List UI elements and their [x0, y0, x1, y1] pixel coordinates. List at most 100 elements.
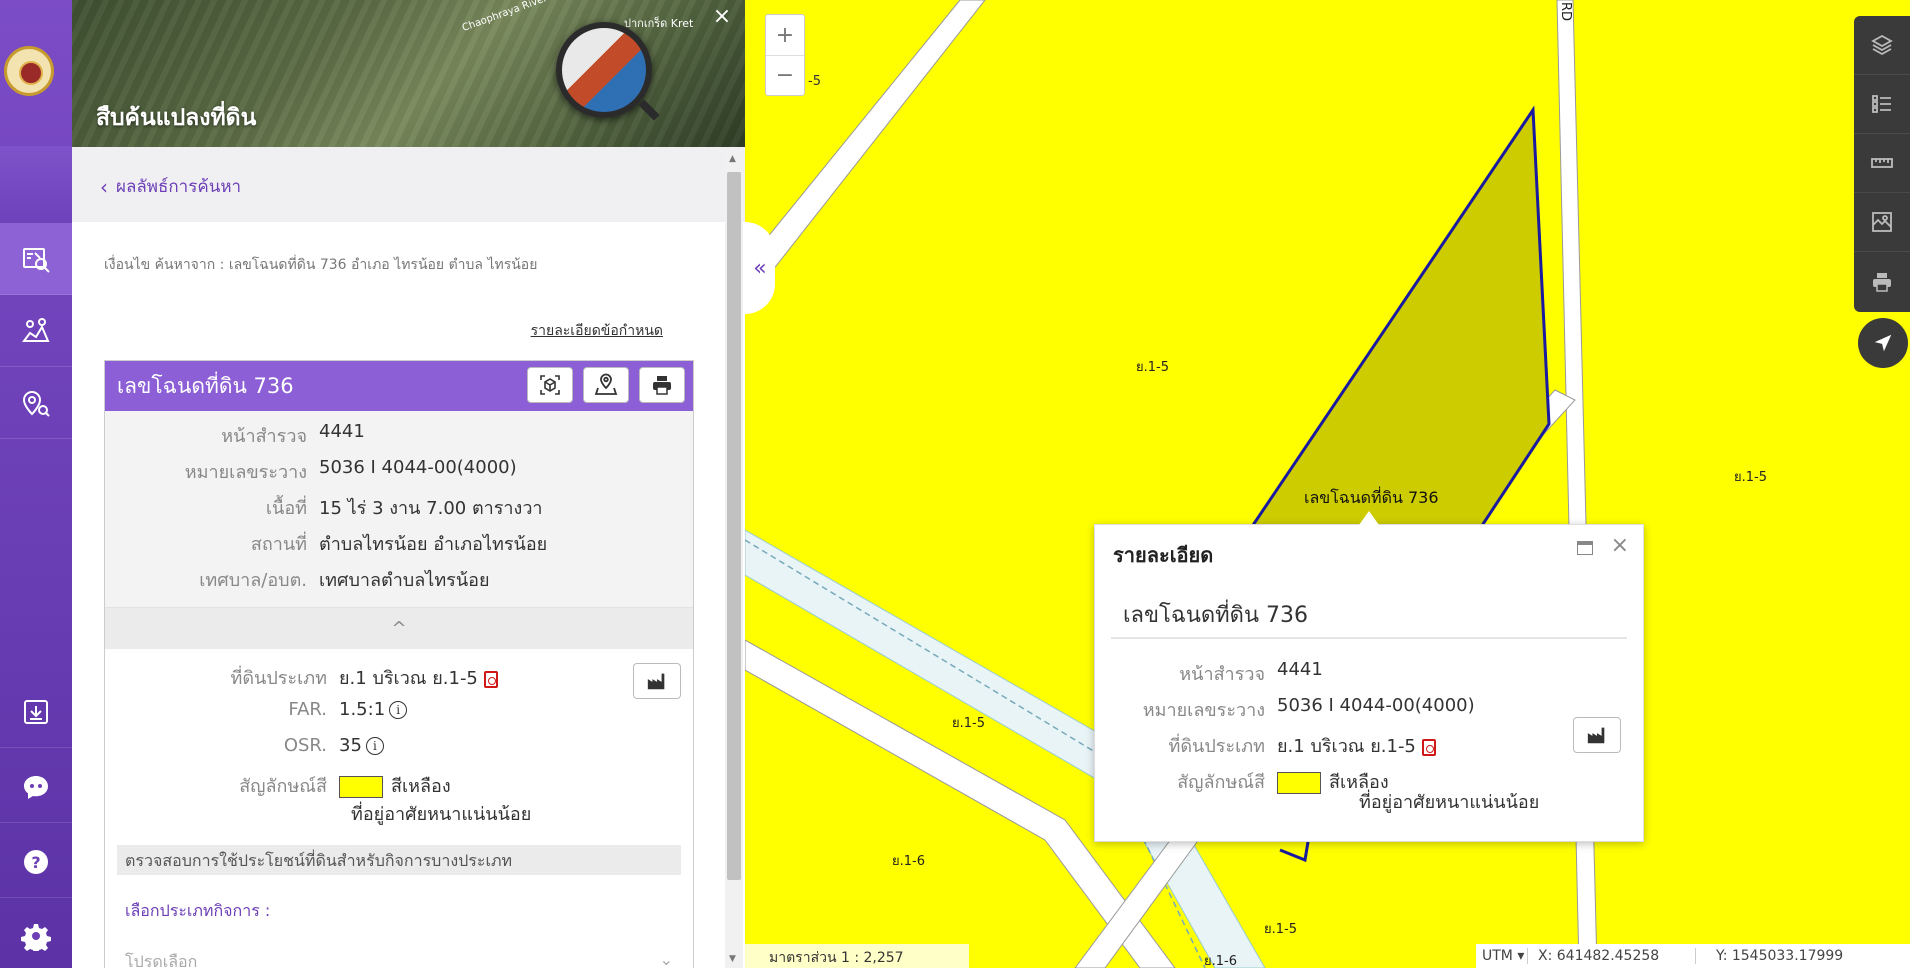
parcel-card-title: เลขโฉนดที่ดิน 736 [117, 373, 294, 398]
map-image-icon [1872, 212, 1892, 232]
pdf-icon[interactable] [1421, 738, 1436, 756]
banner-map-label: ปากเกร็ด Kret [624, 17, 694, 30]
pdf-icon[interactable] [483, 670, 498, 688]
scroll-down-icon[interactable]: ▼ [729, 954, 736, 964]
map-print-button[interactable] [1854, 252, 1910, 311]
zoom-out-button[interactable]: − [766, 55, 804, 95]
popup-title: รายละเอียด [1113, 543, 1214, 567]
layers-button[interactable] [1854, 16, 1910, 75]
printer-icon [653, 376, 671, 395]
close-popup-button[interactable]: × [1611, 533, 1629, 558]
popup-color-description: ที่อยู่อาศัยหนาแน่นน้อย [1359, 792, 1540, 813]
map-label: ย.1-5 [1136, 360, 1169, 375]
legend-button[interactable] [1854, 75, 1910, 134]
print-button[interactable] [639, 367, 685, 403]
color-swatch [339, 776, 383, 798]
back-label: ผลลัพธ์การค้นหา [116, 177, 242, 197]
color-description: ที่อยู่อาศัยหนาแน่นน้อย [351, 804, 532, 825]
chevron-down-icon: ⌄ [659, 950, 673, 968]
chat-icon[interactable] [0, 751, 72, 823]
parcel-search-icon[interactable] [0, 223, 72, 295]
download-icon[interactable] [0, 676, 72, 748]
y-coordinate: Y: 1545033.17999 [1716, 948, 1844, 964]
map-scale: มาตราส่วน 1 : 2,257 [745, 944, 969, 968]
measure-button[interactable] [1854, 134, 1910, 193]
banner-map-label: Chaophraya River [460, 0, 549, 34]
parcel-search-panel: Chaophraya River ปากเกร็ด Kret สืบค้นแปล… [72, 0, 745, 968]
logo-icon [4, 46, 54, 96]
help-icon[interactable]: ? [0, 826, 72, 898]
panel-title: สืบค้นแปลงที่ดิน [96, 105, 257, 131]
business-check-title: ตรวจสอบการใช้ประโยชน์ที่ดินสำหรับกิจการบ… [117, 845, 681, 875]
collapse-info-button[interactable]: ^ [105, 607, 693, 649]
zoom-in-button[interactable]: + [766, 15, 804, 55]
map-label: -5 [808, 74, 821, 89]
factory-button[interactable] [633, 663, 681, 699]
color-value: สีเหลือง [391, 776, 451, 797]
popup-heading: เลขโฉนดที่ดิน 736 [1123, 603, 1308, 628]
parcel-card: เลขโฉนดที่ดิน 736 หน้าสำรวจ 4441 หมายเลขร… [104, 360, 694, 968]
x-coordinate: X: 641482.45258 [1528, 948, 1696, 964]
info-row-municipality: เทศบาล/อบต. เทศบาลตำบลไทรน้อย [199, 570, 490, 591]
left-rail: ? [0, 0, 72, 968]
zone-type-value: ย.1 บริเวณ ย.1-5 [339, 668, 478, 689]
osr-value: 35 [339, 735, 362, 756]
rail-divider [0, 146, 72, 223]
factory-icon [647, 673, 665, 690]
osr-row: OSR. 35 i [105, 735, 693, 771]
map-route-icon[interactable] [0, 295, 72, 367]
factory-button[interactable] [1573, 717, 1621, 753]
parcel-map-label: เลขโฉนดที่ดิน 736 [1304, 488, 1439, 507]
close-panel-button[interactable]: × [709, 4, 735, 30]
select-placeholder: โปรดเลือก [125, 952, 198, 968]
info-row-survey: หน้าสำรวจ 4441 [221, 421, 365, 447]
map-label: ย.1-6 [892, 854, 925, 869]
settings-gear-icon[interactable] [0, 900, 72, 968]
zoning-info: ที่ดินประเภท ย.1 บริเวณ ย.1-5 FAR. 1.5:1… [105, 649, 693, 829]
info-row-area: เนื้อที่ 15 ไร่ 3 งาน 7.00 ตารางวา [265, 498, 543, 519]
chevron-up-icon: ^ [391, 618, 407, 639]
locate-on-map-button[interactable] [583, 367, 629, 403]
map-label: ย.1-6 [1204, 954, 1237, 968]
info-icon[interactable]: i [365, 737, 384, 755]
info-icon[interactable]: i [389, 701, 408, 719]
zoom-control: + − [765, 14, 805, 96]
layers-icon [1871, 34, 1893, 56]
panel-scrollbar[interactable]: ▲ ▼ [725, 150, 743, 968]
color-swatch [1277, 772, 1321, 794]
info-row-location: สถานที่ ตำบลไทรน้อย อำเภอไทรน้อย [250, 534, 548, 555]
popup-row-color: สัญลักษณ์สี สีเหลือง [1177, 772, 1389, 794]
popup-divider [1111, 637, 1627, 639]
business-type-select[interactable]: โปรดเลือก ⌄ [117, 944, 681, 968]
ruler-icon [1871, 158, 1893, 168]
basemap-button[interactable] [1854, 193, 1910, 252]
detail-popup: รายละเอียด × เลขโฉนดที่ดิน 736 หน้าสำรวจ… [1094, 511, 1644, 842]
parcel-card-header: เลขโฉนดที่ดิน 736 [105, 361, 693, 411]
scroll-up-icon[interactable]: ▲ [729, 154, 736, 164]
zoom-to-parcel-button[interactable] [527, 367, 573, 403]
svg-text:?: ? [31, 853, 40, 872]
map-label: RD [1558, 1, 1574, 22]
back-bar: ‹ ผลลัพธ์การค้นหา [72, 147, 745, 222]
business-type-label: เลือกประเภทกิจการ : [125, 901, 271, 920]
magnifier-icon [556, 22, 652, 118]
navigation-arrow-icon [1874, 334, 1892, 352]
my-location-button[interactable] [1858, 318, 1908, 368]
popup-row-zone: ที่ดินประเภท ย.1 บริเวณ ย.1-5 [1095, 731, 1436, 760]
regulation-detail-link[interactable]: รายละเอียดข้อกำหนด [531, 320, 663, 342]
coordinate-readout: UTM ▾ X: 641482.45258 Y: 1545033.17999 [1476, 944, 1910, 968]
printer-icon [1873, 272, 1891, 292]
map-label: ย.1-5 [1264, 922, 1297, 937]
list-icon [1872, 95, 1891, 113]
back-to-results-link[interactable]: ‹ ผลลัพธ์การค้นหา [100, 173, 241, 200]
map-label: ย.1-5 [1734, 470, 1767, 485]
scrollbar-thumb[interactable] [727, 172, 741, 880]
location-search-icon[interactable] [0, 367, 72, 439]
search-condition: เงื่อนไข ค้นหาจาก : เลขโฉนดที่ดิน 736 อำ… [104, 257, 538, 273]
maximize-icon[interactable] [1577, 541, 1593, 555]
crs-select[interactable]: UTM ▾ [1476, 948, 1528, 964]
map-pin-icon [594, 373, 618, 395]
map-label: ย.1-5 [952, 716, 985, 731]
parcel-box-icon [540, 375, 560, 395]
factory-icon [1587, 727, 1605, 744]
